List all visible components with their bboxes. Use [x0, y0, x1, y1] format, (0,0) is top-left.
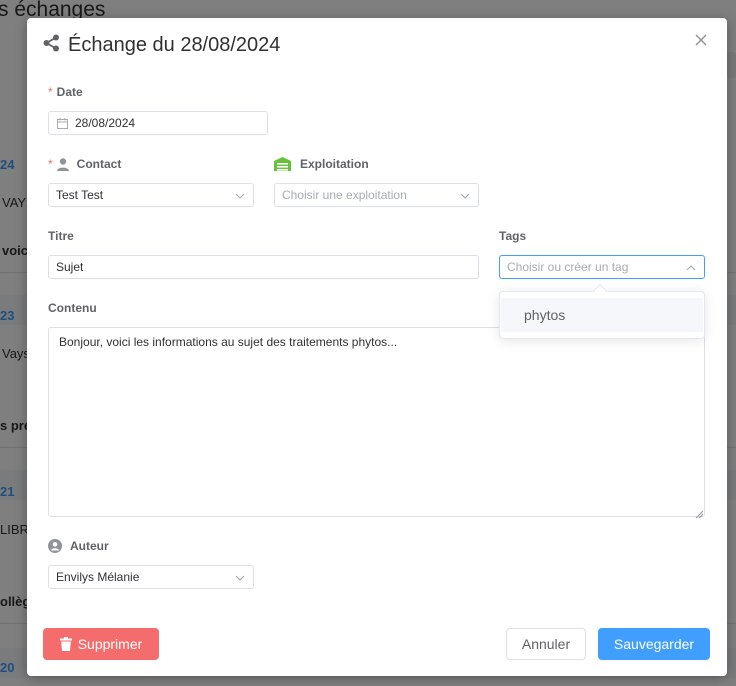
exploitation-label-text: Exploitation [300, 157, 369, 171]
date-picker[interactable]: 28/08/2024 [48, 111, 268, 135]
resize-handle-icon[interactable] [695, 507, 704, 519]
cancel-button-label: Annuler [521, 636, 571, 652]
cancel-button[interactable]: Annuler [506, 628, 586, 660]
contenu-value: Bonjour, voici les informations au sujet… [59, 335, 398, 349]
auteur-value: Envilys Mélanie [56, 570, 140, 584]
chevron-down-icon [235, 190, 245, 200]
exploitation-label: Exploitation [274, 157, 369, 171]
warehouse-icon [274, 157, 291, 171]
user-circle-icon [48, 539, 62, 553]
auteur-select[interactable]: Envilys Mélanie [48, 565, 254, 589]
contact-label-text: Contact [76, 157, 122, 171]
contact-select[interactable]: Test Test [48, 183, 254, 207]
exchange-dialog: Échange du 28/08/2024 * Date 28/08/2024 … [27, 18, 727, 676]
tags-label-text: Tags [499, 229, 527, 243]
titre-value: Sujet [56, 260, 84, 274]
tags-dropdown: phytos [499, 283, 705, 339]
required-asterisk: * [48, 157, 53, 171]
contact-value: Test Test [56, 188, 104, 202]
titre-label: Titre [48, 229, 74, 243]
titre-label-text: Titre [48, 229, 74, 243]
trash-icon [59, 637, 72, 651]
tags-select[interactable]: Choisir ou créer un tag [499, 255, 705, 279]
delete-button[interactable]: Supprimer [43, 628, 159, 660]
person-icon [56, 157, 69, 171]
titre-input[interactable]: Sujet [48, 255, 479, 279]
chevron-down-icon [235, 572, 245, 582]
contenu-label: Contenu [48, 301, 97, 315]
close-icon[interactable] [693, 32, 709, 48]
chevron-down-icon [460, 190, 470, 200]
tag-option-phytos[interactable]: phytos [501, 298, 703, 332]
save-button[interactable]: Sauvegarder [598, 628, 710, 660]
dropdown-caret [592, 283, 608, 299]
dialog-header: Échange du 28/08/2024 [43, 34, 280, 57]
exploitation-select[interactable]: Choisir une exploitation [274, 183, 479, 207]
share-icon [43, 34, 60, 57]
date-label: * Date [48, 85, 83, 99]
contact-label: * Contact [48, 157, 121, 171]
chevron-up-icon [686, 262, 696, 272]
calendar-icon [57, 118, 68, 132]
auteur-label-text: Auteur [70, 539, 109, 553]
dialog-title: Échange du 28/08/2024 [68, 34, 281, 56]
required-asterisk: * [48, 85, 53, 99]
contenu-label-text: Contenu [48, 301, 97, 315]
tags-label: Tags [499, 229, 526, 243]
exploitation-placeholder: Choisir une exploitation [282, 188, 407, 202]
contenu-textarea[interactable]: Bonjour, voici les informations au sujet… [48, 327, 705, 519]
date-value: 28/08/2024 [75, 116, 136, 130]
date-label-text: Date [56, 85, 83, 99]
save-button-label: Sauvegarder [613, 636, 695, 652]
tags-placeholder: Choisir ou créer un tag [507, 260, 629, 274]
auteur-label: Auteur [48, 539, 109, 553]
delete-button-label: Supprimer [77, 636, 143, 652]
